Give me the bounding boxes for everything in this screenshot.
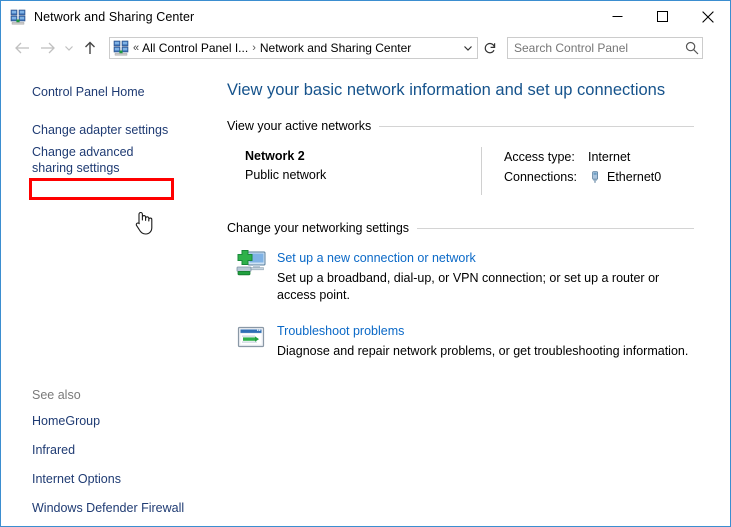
network-and-sharing-center-window: Network and Sharing Center « All Control… — [0, 0, 731, 527]
window-title: Network and Sharing Center — [34, 9, 195, 24]
troubleshoot-icon — [235, 322, 267, 354]
sidebar-item-control-panel-home[interactable]: Control Panel Home — [1, 84, 217, 100]
connection-link-ethernet0[interactable]: Ethernet0 — [607, 167, 661, 187]
content-area: Control Panel Home Change adapter settin… — [1, 63, 730, 526]
active-network-entry: Network 2 Public network Access type: In… — [245, 147, 694, 195]
access-type-value: Internet — [588, 150, 631, 164]
setting-description-set-up-new-connection: Set up a broadband, dial-up, or VPN conn… — [277, 271, 660, 302]
close-button[interactable] — [685, 1, 730, 32]
access-type-label: Access type: — [504, 150, 575, 164]
breadcrumb-segment-all-control-panel[interactable]: All Control Panel I... — [142, 41, 248, 55]
see-also-title: See also — [32, 388, 81, 402]
search-box[interactable] — [507, 36, 703, 59]
title-bar: Network and Sharing Center — [1, 1, 730, 32]
network-name: Network 2 — [245, 149, 305, 163]
network-sharing-icon — [10, 9, 26, 25]
breadcrumb-overflow-chevron[interactable]: « — [133, 42, 139, 54]
ethernet-adapter-icon — [588, 170, 602, 184]
maximize-button[interactable] — [640, 1, 685, 32]
vertical-divider — [481, 147, 482, 195]
new-connection-icon — [235, 249, 267, 281]
window-controls — [595, 1, 730, 32]
sidebar-item-internet-options[interactable]: Internet Options — [32, 472, 184, 487]
access-type-row: Access type: Internet — [504, 147, 661, 167]
heading-rule — [417, 227, 694, 229]
mouse-cursor-pointing-hand — [132, 209, 154, 240]
search-input[interactable] — [508, 39, 682, 56]
sidebar-item-homegroup[interactable]: HomeGroup — [32, 414, 184, 429]
network-identity: Network 2 Public network — [245, 147, 481, 195]
active-networks-heading: View your active networks — [227, 119, 694, 133]
networking-settings-heading-label: Change your networking settings — [227, 221, 410, 235]
back-icon[interactable] — [9, 35, 35, 61]
network-details: Access type: Internet Connections: Ether… — [504, 147, 661, 195]
sidebar-item-windows-defender-firewall[interactable]: Windows Defender Firewall — [32, 501, 184, 516]
highlight-box-change-adapter-settings — [29, 178, 174, 200]
navigation-bar: « All Control Panel I... › Network and S… — [1, 32, 730, 63]
sidebar: Control Panel Home Change adapter settin… — [1, 63, 217, 526]
sidebar-item-infrared[interactable]: Infrared — [32, 443, 184, 458]
active-networks-heading-label: View your active networks — [227, 119, 372, 133]
breadcrumb-segment-network-and-sharing-center[interactable]: Network and Sharing Center — [260, 41, 411, 55]
sidebar-item-change-adapter-settings[interactable]: Change adapter settings — [1, 122, 217, 138]
network-type: Public network — [245, 168, 327, 182]
forward-icon[interactable] — [35, 35, 61, 61]
setting-title-troubleshoot-problems[interactable]: Troubleshoot problems — [277, 323, 688, 340]
setting-title-set-up-new-connection[interactable]: Set up a new connection or network — [277, 250, 694, 267]
setting-item-set-up-new-connection[interactable]: Set up a new connection or network Set u… — [235, 249, 694, 304]
search-icon[interactable] — [682, 41, 702, 55]
connections-row: Connections: Ethernet0 — [504, 167, 661, 187]
address-bar[interactable]: « All Control Panel I... › Network and S… — [109, 36, 478, 59]
networking-settings-heading: Change your networking settings — [227, 221, 694, 235]
page-title: View your basic network information and … — [227, 81, 666, 99]
main-pane: View your basic network information and … — [217, 63, 730, 526]
minimize-button[interactable] — [595, 1, 640, 32]
recent-locations-icon[interactable] — [61, 35, 77, 61]
heading-rule — [379, 125, 694, 127]
setting-body: Set up a new connection or network Set u… — [277, 249, 694, 304]
connections-label: Connections: — [504, 170, 577, 184]
chevron-down-icon[interactable] — [459, 43, 477, 53]
address-bar-network-icon — [113, 40, 129, 56]
breadcrumb-separator: › — [252, 41, 256, 54]
sidebar-item-change-advanced-sharing-settings[interactable]: Change advanced sharing settings — [1, 144, 217, 176]
setting-body: Troubleshoot problems Diagnose and repai… — [277, 322, 688, 360]
refresh-icon[interactable] — [479, 37, 501, 59]
up-icon[interactable] — [77, 35, 103, 61]
see-also-section: See also HomeGroup Infrared Internet Opt… — [32, 388, 184, 526]
setting-item-troubleshoot-problems[interactable]: Troubleshoot problems Diagnose and repai… — [235, 322, 694, 360]
setting-description-troubleshoot-problems: Diagnose and repair network problems, or… — [277, 344, 689, 358]
